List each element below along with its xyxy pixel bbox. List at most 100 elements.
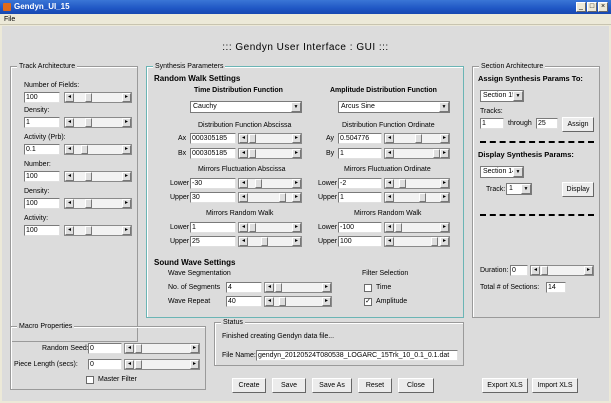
slider-right-icon[interactable]: ▸ xyxy=(122,172,131,181)
chevron-down-icon[interactable]: ▼ xyxy=(521,184,531,194)
slider-right-icon[interactable]: ▸ xyxy=(122,93,131,102)
slider-thumb[interactable] xyxy=(81,145,88,154)
slider-left-icon[interactable]: ◂ xyxy=(239,149,248,158)
mfa-upper-field[interactable]: 30 xyxy=(190,192,236,203)
slider-right-icon[interactable]: ▸ xyxy=(440,237,449,246)
slider-left-icon[interactable]: ◂ xyxy=(385,179,394,188)
assign-section-select[interactable]: Section 15 ▼ xyxy=(480,90,524,102)
slider-left-icon[interactable]: ◂ xyxy=(265,283,274,292)
mfo-lower-field[interactable]: -2 xyxy=(338,178,382,189)
file-name-field[interactable]: gendyn_20120524T080538_LOGARC_15Trk_10_0… xyxy=(256,350,458,361)
reset-button[interactable]: Reset xyxy=(358,378,392,393)
slider-thumb[interactable] xyxy=(419,193,426,202)
slider-right-icon[interactable]: ▸ xyxy=(292,179,301,188)
slider-right-icon[interactable]: ▸ xyxy=(322,283,331,292)
number-slider[interactable]: ◂ ▸ xyxy=(64,171,132,182)
slider-left-icon[interactable]: ◂ xyxy=(65,145,74,154)
slider-left-icon[interactable]: ◂ xyxy=(385,149,394,158)
mfo-upper-slider[interactable]: ◂ ▸ xyxy=(384,192,450,203)
slider-right-icon[interactable]: ▸ xyxy=(440,223,449,232)
activity-prb-field[interactable]: 0.1 xyxy=(24,144,60,155)
save-button[interactable]: Save xyxy=(272,378,306,393)
slider-thumb[interactable] xyxy=(433,149,440,158)
amp-mrw-upper-field[interactable]: 100 xyxy=(338,236,382,247)
slider-left-icon[interactable]: ◂ xyxy=(385,193,394,202)
chevron-down-icon[interactable]: ▼ xyxy=(439,102,449,112)
slider-thumb[interactable] xyxy=(135,360,142,369)
slider-thumb[interactable] xyxy=(249,149,256,158)
mrw-upper-slider[interactable]: ◂ ▸ xyxy=(238,236,302,247)
create-button[interactable]: Create xyxy=(232,378,266,393)
slider-thumb[interactable] xyxy=(395,223,402,232)
no-of-segments-field[interactable]: 4 xyxy=(226,282,262,293)
slider-right-icon[interactable]: ▸ xyxy=(440,179,449,188)
slider-thumb[interactable] xyxy=(279,297,286,306)
slider-left-icon[interactable]: ◂ xyxy=(385,134,394,143)
activity-field[interactable]: 100 xyxy=(24,225,60,236)
mfo-upper-field[interactable]: 1 xyxy=(338,192,382,203)
slider-thumb[interactable] xyxy=(135,344,142,353)
slider-right-icon[interactable]: ▸ xyxy=(190,360,199,369)
slider-right-icon[interactable]: ▸ xyxy=(122,226,131,235)
slider-thumb[interactable] xyxy=(415,134,422,143)
slider-left-icon[interactable]: ◂ xyxy=(265,297,274,306)
slider-thumb[interactable] xyxy=(279,193,286,202)
slider-thumb[interactable] xyxy=(275,283,282,292)
by-field[interactable]: 1 xyxy=(338,148,382,159)
activity-prb-slider[interactable]: ◂ ▸ xyxy=(64,144,132,155)
bx-slider[interactable]: ◂ ▸ xyxy=(238,148,302,159)
amp-mrw-lower-field[interactable]: -100 xyxy=(338,222,382,233)
slider-thumb[interactable] xyxy=(431,237,438,246)
slider-thumb[interactable] xyxy=(85,93,92,102)
slider-right-icon[interactable]: ▸ xyxy=(122,118,131,127)
slider-left-icon[interactable]: ◂ xyxy=(125,344,134,353)
slider-left-icon[interactable]: ◂ xyxy=(65,226,74,235)
maximize-icon[interactable]: □ xyxy=(587,2,597,12)
slider-thumb[interactable] xyxy=(85,226,92,235)
track-select[interactable]: 1 ▼ xyxy=(506,183,532,195)
mfo-lower-slider[interactable]: ◂ ▸ xyxy=(384,178,450,189)
track-from-field[interactable]: 1 xyxy=(480,118,504,129)
chevron-down-icon[interactable]: ▼ xyxy=(513,167,523,177)
density-field[interactable]: 1 xyxy=(24,117,60,128)
total-sections-field[interactable]: 14 xyxy=(546,282,566,293)
slider-right-icon[interactable]: ▸ xyxy=(122,199,131,208)
slider-thumb[interactable] xyxy=(85,118,92,127)
random-seed-field[interactable]: 0 xyxy=(88,343,122,354)
number-field[interactable]: 100 xyxy=(24,171,60,182)
wave-repeat-slider[interactable]: ◂ ▸ xyxy=(264,296,332,307)
slider-right-icon[interactable]: ▸ xyxy=(322,297,331,306)
amp-mrw-upper-slider[interactable]: ◂ ▸ xyxy=(384,236,450,247)
ay-slider[interactable]: ◂ ▸ xyxy=(384,133,450,144)
slider-left-icon[interactable]: ◂ xyxy=(239,179,248,188)
time-distribution-select[interactable]: Cauchy ▼ xyxy=(190,101,302,113)
slider-thumb[interactable] xyxy=(541,266,548,275)
save-as-button[interactable]: Save As xyxy=(312,378,352,393)
amplitude-filter-checkbox[interactable]: ✓ xyxy=(364,298,372,306)
slider-thumb[interactable] xyxy=(249,134,256,143)
slider-thumb[interactable] xyxy=(261,237,268,246)
assign-button[interactable]: Assign xyxy=(562,117,594,132)
slider-left-icon[interactable]: ◂ xyxy=(65,172,74,181)
chevron-down-icon[interactable]: ▼ xyxy=(291,102,301,112)
mfa-upper-slider[interactable]: ◂ ▸ xyxy=(238,192,302,203)
time-filter-checkbox[interactable] xyxy=(364,284,372,292)
ay-field[interactable]: 0.504776 xyxy=(338,133,382,144)
slider-right-icon[interactable]: ▸ xyxy=(292,134,301,143)
slider-thumb[interactable] xyxy=(255,179,262,188)
density-slider[interactable]: ◂ ▸ xyxy=(64,117,132,128)
close-icon[interactable]: × xyxy=(598,2,608,12)
minimize-icon[interactable]: _ xyxy=(576,2,586,12)
menu-file[interactable]: File xyxy=(4,16,15,23)
slider-left-icon[interactable]: ◂ xyxy=(531,266,540,275)
close-button[interactable]: Close xyxy=(398,378,434,393)
slider-left-icon[interactable]: ◂ xyxy=(385,223,394,232)
slider-right-icon[interactable]: ▸ xyxy=(292,237,301,246)
slider-right-icon[interactable]: ▸ xyxy=(292,193,301,202)
slider-thumb[interactable] xyxy=(85,199,92,208)
number-of-fields-field[interactable]: 100 xyxy=(24,92,60,103)
slider-left-icon[interactable]: ◂ xyxy=(239,237,248,246)
slider-left-icon[interactable]: ◂ xyxy=(385,237,394,246)
master-filter-checkbox[interactable] xyxy=(86,376,94,384)
slider-left-icon[interactable]: ◂ xyxy=(65,93,74,102)
